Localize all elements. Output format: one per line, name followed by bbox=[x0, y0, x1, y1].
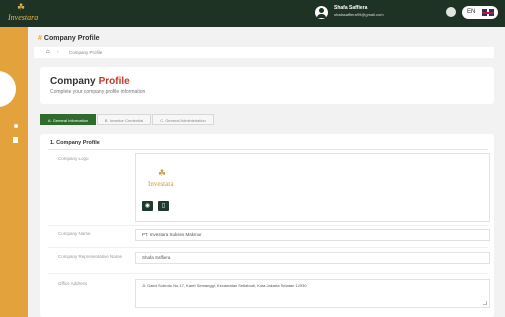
user-avatar-icon bbox=[315, 6, 328, 19]
user-menu[interactable]: Shafa Saffiera shafasaffiera99@gmail.com bbox=[315, 4, 435, 24]
company-name-input[interactable]: PT. Investara Sukses Makmur bbox=[135, 229, 490, 241]
top-navigation-bar: ☘ Investara Shafa Saffiera shafasaffiera… bbox=[0, 0, 505, 27]
heading-main: Company bbox=[50, 76, 96, 87]
section-divider bbox=[48, 149, 488, 150]
resize-handle-icon[interactable] bbox=[483, 301, 487, 305]
office-address-value: Jl. Gatot Subroto No.17, Karet Semanggi,… bbox=[142, 283, 307, 288]
office-address-textarea[interactable]: Jl. Gatot Subroto No.17, Karet Semanggi,… bbox=[135, 279, 490, 308]
section-title: 1. Company Profile bbox=[50, 140, 100, 146]
uk-flag-icon bbox=[482, 9, 494, 16]
representative-name-label: Company Representative Name bbox=[58, 254, 123, 259]
hash-icon: # bbox=[38, 35, 42, 42]
row-divider bbox=[48, 247, 488, 248]
row-divider bbox=[48, 225, 488, 226]
sidebar bbox=[0, 27, 28, 317]
language-code: EN bbox=[467, 9, 476, 15]
company-profile-form: 1. Company Profile Company Logo ☘ Invest… bbox=[40, 134, 494, 317]
sidebar-toggle[interactable] bbox=[0, 71, 16, 107]
brand-icon: ☘ bbox=[158, 168, 167, 178]
user-name: Shafa Saffiera bbox=[334, 5, 368, 11]
page-title-text: Company Profile bbox=[43, 35, 100, 42]
company-logo-label: Company Logo bbox=[58, 156, 89, 161]
breadcrumb: ⌂ › Company Profile bbox=[34, 47, 494, 58]
tab-general-administration[interactable]: C. General Administration bbox=[152, 114, 214, 125]
page-title: # Company Profile bbox=[38, 35, 100, 42]
language-switch[interactable]: EN bbox=[462, 6, 498, 19]
representative-name-input[interactable]: Shafa Saffiera bbox=[135, 252, 490, 264]
document-icon[interactable] bbox=[13, 137, 18, 143]
dashboard-icon[interactable] bbox=[14, 124, 18, 128]
breadcrumb-separator-icon: › bbox=[57, 49, 59, 55]
delete-icon[interactable]: ▯ bbox=[158, 201, 169, 211]
page-header-card: Company Profile Complete your company pro… bbox=[40, 67, 494, 104]
home-icon[interactable]: ⌂ bbox=[46, 49, 50, 56]
view-icon[interactable]: ◉ bbox=[142, 201, 153, 211]
logo-icon: ☘ bbox=[17, 2, 26, 12]
tab-investor-credential[interactable]: B. Investor Credential bbox=[97, 114, 151, 125]
row-divider bbox=[48, 273, 488, 274]
breadcrumb-item-company-profile[interactable]: Company Profile bbox=[69, 49, 102, 56]
user-email: shafasaffiera99@gmail.com bbox=[334, 12, 384, 17]
page-subtitle: Complete your company profile informatio… bbox=[50, 89, 146, 95]
company-logo-image: ☘ Investara bbox=[148, 168, 178, 190]
logo-text: Investara bbox=[8, 13, 39, 22]
company-name-label: Company Name bbox=[58, 231, 91, 236]
tab-general-information[interactable]: A. General Information bbox=[40, 114, 96, 125]
app-logo[interactable]: ☘ Investara bbox=[8, 2, 39, 24]
office-address-label: Office Address bbox=[58, 281, 88, 286]
company-logo-box: ☘ Investara ◉ ▯ bbox=[135, 153, 490, 222]
settings-icon[interactable] bbox=[446, 7, 456, 17]
heading-accent: Profile bbox=[98, 76, 130, 87]
brand-text: Investara bbox=[148, 180, 174, 188]
page-heading: Company Profile bbox=[50, 76, 130, 87]
